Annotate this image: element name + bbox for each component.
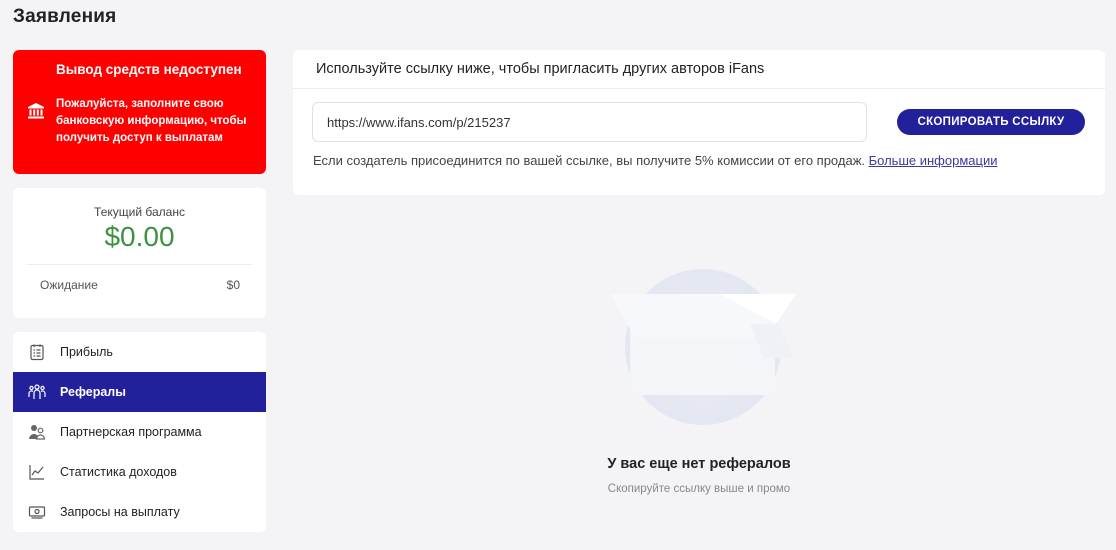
balance-card: Текущий баланс $0.00 Ожидание $0 xyxy=(13,188,266,318)
referrals-icon xyxy=(28,383,46,401)
referral-link-input[interactable] xyxy=(312,102,867,142)
empty-title: У вас еще нет рефералов xyxy=(607,456,791,472)
page-title: Заявления xyxy=(13,6,117,27)
referral-title: Используйте ссылку ниже, чтобы пригласит… xyxy=(316,61,765,77)
alert-title: Вывод средств недоступен xyxy=(56,62,242,77)
empty-box-illustration xyxy=(610,269,796,425)
stats-icon xyxy=(28,463,46,481)
more-info-link[interactable]: Больше информации xyxy=(869,153,998,168)
referral-note-text: Если создатель присоединится по вашей сс… xyxy=(313,153,869,168)
nav-item-payout-requests[interactable]: Запросы на выплату xyxy=(13,492,266,532)
earnings-icon xyxy=(28,343,46,361)
nav-label: Запросы на выплату xyxy=(60,505,180,519)
balance-value: $0.00 xyxy=(104,221,175,252)
partner-icon xyxy=(28,423,46,441)
nav-label: Статистика доходов xyxy=(60,465,177,479)
nav-label: Прибыль xyxy=(60,345,113,359)
alert-text: Пожалуйста, заполните свою банковскую ин… xyxy=(56,98,247,144)
withdrawal-unavailable-alert: Вывод средств недоступен Пожалуйста, зап… xyxy=(13,50,266,174)
nav-label: Рефералы xyxy=(60,385,126,399)
referral-link-card: Используйте ссылку ниже, чтобы пригласит… xyxy=(293,50,1105,195)
empty-subtitle: Скопируйте ссылку выше и промо xyxy=(607,483,791,495)
statements-nav: Прибыль Рефералы Партнерская программа С… xyxy=(13,332,266,532)
payout-icon xyxy=(28,503,46,521)
pending-value: $0 xyxy=(226,278,240,292)
nav-item-earnings[interactable]: Прибыль xyxy=(13,332,266,372)
nav-item-income-stats[interactable]: Статистика доходов xyxy=(13,452,266,492)
bank-icon xyxy=(27,102,45,120)
copy-link-button[interactable]: СКОПИРОВАТЬ ССЫЛКУ xyxy=(897,109,1085,135)
nav-item-partner-program[interactable]: Партнерская программа xyxy=(13,412,266,452)
nav-label: Партнерская программа xyxy=(60,425,202,439)
divider xyxy=(293,88,1105,89)
pending-label: Ожидание xyxy=(40,278,98,292)
referral-note: Если создатель присоединится по вашей сс… xyxy=(313,154,1033,167)
divider xyxy=(27,264,252,265)
balance-label: Текущий баланс xyxy=(94,205,185,219)
nav-item-referrals[interactable]: Рефералы xyxy=(13,372,266,412)
